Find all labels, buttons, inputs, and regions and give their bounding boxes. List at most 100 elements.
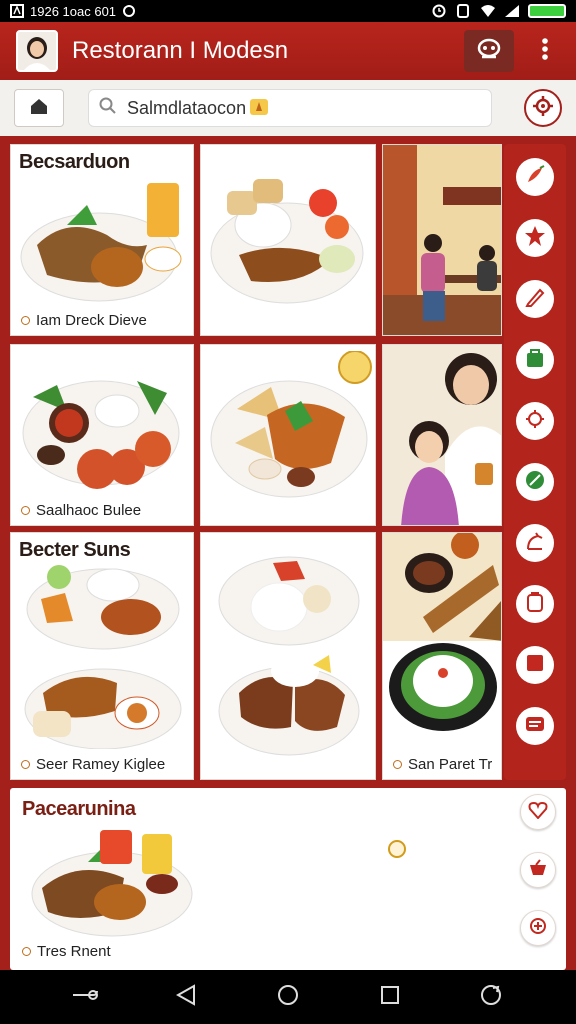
search-row: Salmdlataocon	[0, 80, 576, 136]
sim-icon	[456, 4, 470, 18]
interior-image	[383, 145, 501, 335]
menu-list-button[interactable]	[516, 707, 554, 745]
pen-icon	[524, 286, 546, 313]
sync-icon	[122, 4, 136, 18]
lotus-badge-icon	[388, 840, 406, 858]
back-gesture-button[interactable]	[68, 980, 102, 1014]
menu-card[interactable]: Becsarduon Iam Dreck Dieve	[10, 144, 194, 336]
card-caption: San Paret Tr	[393, 756, 492, 773]
gear-icon	[532, 95, 554, 122]
swipe-back-icon	[71, 985, 99, 1010]
upload-button[interactable]	[516, 524, 554, 562]
food-image	[31, 830, 193, 937]
triangle-back-icon	[176, 983, 196, 1011]
featured-actions	[520, 794, 556, 946]
bullet-icon	[21, 316, 30, 325]
card-caption-text: Seer Ramey Kiglee	[36, 756, 166, 773]
search-query: Salmdlataocon	[127, 97, 247, 118]
recents-button[interactable]	[373, 980, 407, 1014]
wifi-icon	[480, 4, 495, 18]
card-title: Becsarduon	[19, 151, 130, 173]
menu-icon	[524, 713, 546, 740]
notification-icon	[10, 4, 24, 18]
bowl-icon	[528, 858, 548, 882]
menu-card[interactable]	[200, 144, 376, 336]
star-icon	[524, 225, 546, 252]
favorites-button[interactable]	[516, 219, 554, 257]
menu-card[interactable]	[200, 532, 376, 780]
home-button[interactable]	[14, 89, 64, 127]
card-caption: Tres Rnent	[22, 943, 111, 960]
shopping-bag-button[interactable]	[516, 341, 554, 379]
food-image	[383, 533, 501, 745]
settings-button[interactable]	[524, 89, 562, 127]
square-recents-icon	[379, 984, 401, 1011]
like-button[interactable]	[520, 794, 556, 830]
lotus-icon	[250, 98, 269, 118]
restaurant-photo[interactable]	[382, 144, 502, 336]
card-caption: Seer Ramey Kiglee	[21, 756, 165, 773]
card-caption-text: Tres Rnent	[37, 943, 111, 960]
home-nav-button[interactable]	[271, 980, 305, 1014]
food-image	[218, 556, 360, 756]
rotate-icon	[479, 983, 503, 1012]
quick-actions-sidebar	[504, 144, 566, 780]
circle-home-icon	[276, 983, 300, 1012]
app-title: Restorann I Modesn	[72, 37, 289, 64]
menu-grid: Becsarduon Iam Dreck Dieve Saalhaoc Bule…	[10, 144, 502, 780]
edit-button[interactable]	[516, 280, 554, 318]
search-icon	[99, 97, 117, 120]
menu-card[interactable]: Saalhaoc Bulee	[10, 344, 194, 526]
menu-card[interactable]: Becter Suns Seer Ramey Kiglee	[10, 532, 194, 780]
settings-side-button[interactable]	[516, 402, 554, 440]
share-icon	[528, 916, 548, 941]
food-image	[210, 179, 364, 304]
back-button[interactable]	[169, 980, 203, 1014]
heart-icon	[528, 801, 548, 824]
chili-button[interactable]	[516, 158, 554, 196]
copy-icon	[524, 591, 546, 618]
order-button[interactable]	[520, 852, 556, 888]
featured-card[interactable]: Pacearunina Tres Rnent	[10, 788, 566, 970]
copy-button[interactable]	[516, 585, 554, 623]
card-caption-text: San Paret Tr	[408, 756, 493, 773]
square-icon	[524, 652, 546, 679]
signal-icon	[504, 4, 519, 18]
more-vert-icon	[541, 37, 549, 66]
leaf-button[interactable]	[516, 463, 554, 501]
avatar[interactable]	[16, 30, 58, 72]
more-options-button[interactable]	[530, 30, 560, 72]
card-caption: Saalhaoc Bulee	[21, 502, 141, 519]
card-title: Becter Suns	[19, 539, 131, 561]
family-photo[interactable]	[382, 344, 502, 526]
battery-icon	[528, 4, 566, 18]
app-bar: Restorann I Modesn	[0, 22, 576, 80]
menu-card[interactable]: San Paret Tr	[382, 532, 502, 780]
menu-card[interactable]	[200, 344, 376, 526]
bullet-icon	[393, 760, 402, 769]
leaf-icon	[524, 469, 546, 496]
search-input[interactable]: Salmdlataocon	[88, 89, 492, 127]
card-caption-text: Saalhaoc Bulee	[36, 502, 142, 519]
gear-icon	[524, 408, 546, 435]
bullet-icon	[22, 947, 31, 956]
alarm-icon	[432, 4, 446, 18]
bullet-icon	[21, 506, 30, 515]
card-title: Pacearunina	[22, 798, 136, 820]
upload-icon	[524, 530, 546, 557]
square-button[interactable]	[516, 646, 554, 684]
food-image	[24, 565, 182, 749]
chili-icon	[524, 164, 546, 191]
share-button[interactable]	[520, 910, 556, 946]
bullet-icon	[21, 760, 30, 769]
shopping-bag-icon	[524, 347, 546, 374]
chef-icon	[476, 38, 502, 65]
food-image	[210, 351, 372, 498]
status-bar: 1926 1oac 601	[0, 0, 576, 22]
system-nav-bar	[0, 970, 576, 1024]
food-image	[22, 380, 180, 489]
rotate-button[interactable]	[474, 980, 508, 1014]
home-icon	[29, 97, 49, 120]
profile-button[interactable]	[464, 30, 514, 72]
card-caption-text: Iam Dreck Dieve	[36, 312, 147, 329]
